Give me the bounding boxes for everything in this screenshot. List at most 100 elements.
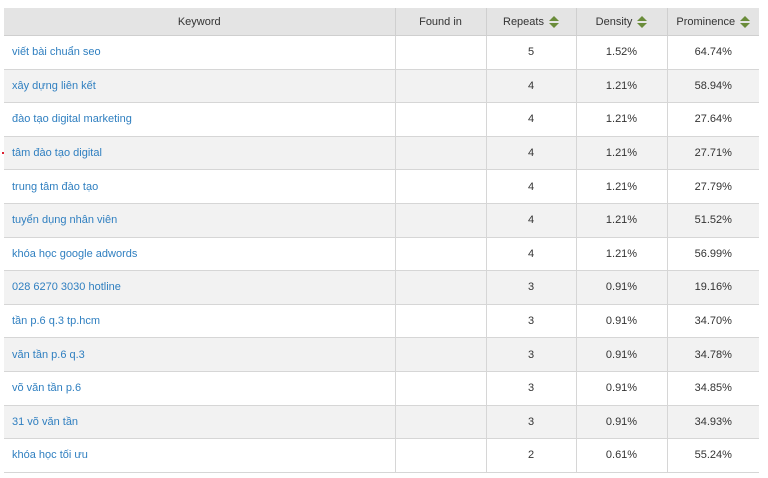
keyword-link[interactable]: khóa học google adwords [12,248,137,260]
header-row: Keyword Found in Repeats Density Promine… [4,8,759,36]
table-body: viết bài chuẩn seo 5 1.52% 64.74% xây dự… [4,35,759,473]
table-row: khóa học google adwords 4 1.21% 56.99% [4,237,759,272]
keyword-cell: viết bài chuẩn seo [4,35,395,70]
keyword-link[interactable]: văn tần p.6 q.3 [12,349,85,361]
prominence-cell: 34.78% [666,337,759,372]
prominence-cell: 34.85% [666,371,759,406]
density-cell: 0.91% [575,337,667,372]
table-row: xây dựng liên kết 4 1.21% 58.94% [4,69,759,104]
prominence-cell: 19.16% [666,270,759,305]
column-header-density-label: Density [595,15,633,28]
keyword-link[interactable]: đào tạo digital marketing [12,113,132,125]
found-in-cell [394,169,486,204]
keyword-density-table-container: Keyword Found in Repeats Density Promine… [4,8,759,478]
found-in-cell [394,35,486,70]
column-header-found-in-label: Found in [419,15,462,28]
keyword-link[interactable]: 31 võ văn tần [12,416,78,428]
found-in-cell [394,102,486,137]
found-in-cell [394,438,486,473]
repeats-cell: 3 [485,405,576,440]
table-row: văn tần p.6 q.3 3 0.91% 34.78% [4,337,759,372]
prominence-cell: 34.93% [666,405,759,440]
density-cell: 1.21% [575,237,667,272]
keyword-cell: khóa học tối ưu [4,438,395,473]
prominence-cell: 51.52% [666,203,759,238]
prominence-cell: 55.24% [666,438,759,473]
found-in-cell [394,69,486,104]
column-header-repeats[interactable]: Repeats [485,8,576,36]
table-row: tâm đào tạo digital 4 1.21% 27.71% [4,136,759,171]
keyword-cell: đào tạo digital marketing [4,102,395,137]
keyword-cell: võ văn tần p.6 [4,371,395,406]
repeats-cell: 3 [485,337,576,372]
density-cell: 1.21% [575,102,667,137]
density-cell: 1.21% [575,69,667,104]
found-in-cell [394,337,486,372]
density-cell: 1.21% [575,136,667,171]
table-row: võ văn tần p.6 3 0.91% 34.85% [4,371,759,406]
density-cell: 0.91% [575,371,667,406]
column-header-keyword: Keyword [4,8,395,36]
repeats-cell: 4 [485,237,576,272]
repeats-cell: 4 [485,136,576,171]
keyword-link[interactable]: tần p.6 q.3 tp.hcm [12,315,100,327]
keyword-cell: tâm đào tạo digital [4,136,395,171]
sort-updown-icon[interactable] [548,15,559,28]
density-cell: 1.21% [575,169,667,204]
keyword-link[interactable]: võ văn tần p.6 [12,382,81,394]
keyword-cell: khóa học google adwords [4,237,395,272]
found-in-cell [394,371,486,406]
density-cell: 0.91% [575,270,667,305]
keyword-link[interactable]: tâm đào tạo digital [12,147,102,159]
keyword-link[interactable]: xây dựng liên kết [12,80,96,92]
found-in-cell [394,405,486,440]
prominence-cell: 58.94% [666,69,759,104]
keyword-link[interactable]: khóa học tối ưu [12,449,88,461]
keyword-link[interactable]: trung tâm đào tạo [12,181,98,193]
table-row: viết bài chuẩn seo 5 1.52% 64.74% [4,35,759,70]
table-row: 31 võ văn tần 3 0.91% 34.93% [4,405,759,440]
column-header-density[interactable]: Density [575,8,667,36]
repeats-cell: 3 [485,371,576,406]
density-cell: 1.52% [575,35,667,70]
keyword-link[interactable]: 028 6270 3030 hotline [12,281,121,293]
sort-updown-icon[interactable] [740,15,751,28]
found-in-cell [394,136,486,171]
density-cell: 1.21% [575,203,667,238]
table-row: 028 6270 3030 hotline 3 0.91% 19.16% [4,270,759,305]
table-row: đào tạo digital marketing 4 1.21% 27.64% [4,102,759,137]
prominence-cell: 27.64% [666,102,759,137]
repeats-cell: 3 [485,304,576,339]
column-header-prominence-label: Prominence [676,15,736,28]
repeats-cell: 4 [485,203,576,238]
repeats-cell: 5 [485,35,576,70]
column-header-keyword-label: Keyword [177,15,221,28]
table-row: tuyển dụng nhân viên 4 1.21% 51.52% [4,203,759,238]
keyword-link[interactable]: viết bài chuẩn seo [12,46,101,58]
keyword-cell: tần p.6 q.3 tp.hcm [4,304,395,339]
density-cell: 0.91% [575,405,667,440]
keyword-link[interactable]: tuyển dụng nhân viên [12,214,117,226]
repeats-cell: 2 [485,438,576,473]
prominence-cell: 64.74% [666,35,759,70]
prominence-cell: 27.71% [666,136,759,171]
column-header-repeats-label: Repeats [503,15,544,28]
found-in-cell [394,203,486,238]
table-row: trung tâm đào tạo 4 1.21% 27.79% [4,169,759,204]
found-in-cell [394,270,486,305]
repeats-cell: 4 [485,169,576,204]
keyword-cell: 028 6270 3030 hotline [4,270,395,305]
keyword-cell: văn tần p.6 q.3 [4,337,395,372]
prominence-cell: 27.79% [666,169,759,204]
prominence-cell: 34.70% [666,304,759,339]
table-row: tần p.6 q.3 tp.hcm 3 0.91% 34.70% [4,304,759,339]
found-in-cell [394,237,486,272]
column-header-prominence[interactable]: Prominence [666,8,759,36]
keyword-cell: 31 võ văn tần [4,405,395,440]
repeats-cell: 3 [485,270,576,305]
density-cell: 0.61% [575,438,667,473]
repeats-cell: 4 [485,102,576,137]
table-header: Keyword Found in Repeats Density Promine… [4,8,759,36]
column-header-found-in: Found in [394,8,486,36]
sort-updown-icon[interactable] [637,15,648,28]
